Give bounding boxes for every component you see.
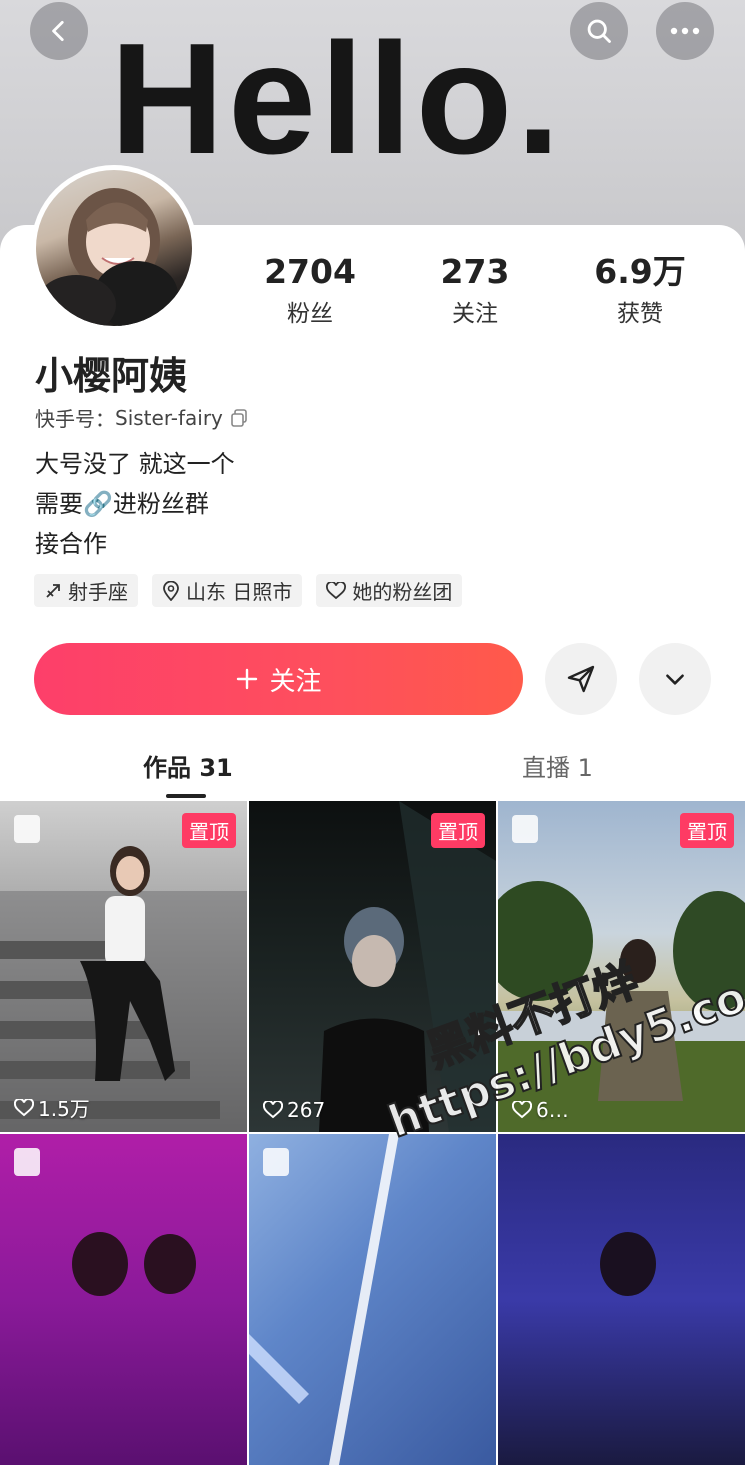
tag-location[interactable]: 山东 日照市 — [152, 574, 303, 607]
send-message-button[interactable] — [545, 643, 617, 715]
image-post-icon — [263, 1148, 289, 1176]
post-photo — [0, 846, 247, 1132]
bio-line: 需要🔗进粉丝群 — [35, 490, 209, 518]
follow-button[interactable]: 关注 — [34, 643, 523, 715]
more-button[interactable] — [656, 2, 714, 60]
stat-following[interactable]: 273 关注 — [395, 252, 555, 328]
user-id-label: 快手号： — [35, 407, 115, 431]
tag-label: 她的粉丝团 — [352, 580, 453, 604]
tab-works[interactable]: 作品 31 — [143, 748, 233, 783]
heart-icon — [263, 1101, 283, 1119]
zodiac-icon — [46, 583, 60, 598]
post-thumbnail[interactable] — [249, 1134, 496, 1465]
bio-line: 接合作 — [35, 530, 107, 558]
expand-button[interactable] — [639, 643, 711, 715]
stat-number: 6.9万 — [594, 252, 686, 291]
stat-number: 2704 — [264, 252, 356, 291]
tab-indicator — [166, 794, 206, 798]
like-count-value: 6… — [536, 1098, 569, 1122]
stat-likes[interactable]: 6.9万 获赞 — [560, 252, 720, 328]
tag-zodiac[interactable]: 射手座 — [34, 574, 138, 607]
user-id-row: 快手号： Sister-fairy — [35, 403, 249, 432]
location-pin-icon — [163, 580, 179, 601]
like-count-value: 1.5万 — [38, 1097, 90, 1121]
image-post-icon — [512, 815, 538, 843]
image-post-icon — [14, 815, 40, 843]
chevron-left-icon — [52, 20, 64, 42]
plus-icon — [237, 668, 258, 690]
avatar-illustration — [36, 188, 178, 326]
search-icon — [587, 19, 611, 43]
profile-name: 小樱阿姨 — [35, 354, 188, 398]
back-button[interactable] — [30, 2, 88, 60]
heart-icon — [14, 1098, 34, 1116]
tag-label: 山东 日照市 — [186, 580, 293, 604]
stat-fans[interactable]: 2704 粉丝 — [230, 252, 390, 328]
pinned-badge: 置顶 — [680, 813, 734, 848]
search-button[interactable] — [570, 2, 628, 60]
more-dots-icon — [670, 27, 700, 35]
stat-number: 273 — [440, 252, 510, 291]
cover-text: Hello. — [110, 11, 565, 187]
tag-fan-group[interactable]: 她的粉丝团 — [316, 574, 463, 607]
image-post-icon — [14, 1148, 40, 1176]
like-count: 1.5万 — [14, 1093, 90, 1122]
post-thumbnail[interactable] — [498, 1134, 745, 1465]
tab-live[interactable]: 直播 1 — [522, 748, 593, 783]
stat-label: 获赞 — [617, 301, 663, 327]
paper-plane-icon — [567, 665, 595, 693]
copy-icon[interactable] — [229, 408, 249, 428]
like-count-value: 267 — [287, 1098, 326, 1122]
tag-label: 射手座 — [68, 580, 128, 604]
stat-label: 关注 — [452, 301, 498, 327]
bio-line: 大号没了 就这一个 — [35, 450, 235, 478]
pinned-badge: 置顶 — [431, 813, 485, 848]
bio: 大号没了 就这一个 需要🔗进粉丝群 接合作 — [35, 444, 235, 564]
pinned-badge: 置顶 — [182, 813, 236, 848]
post-thumbnail[interactable]: 置顶 1.5万 — [0, 801, 247, 1132]
fan-group-heart-icon — [326, 581, 347, 599]
stat-label: 粉丝 — [287, 301, 333, 327]
avatar[interactable] — [31, 165, 197, 331]
post-photo — [249, 1134, 399, 1465]
tag-row: 射手座 山东 日照市 她的粉丝团 — [34, 574, 463, 607]
avatar-photo — [36, 170, 192, 326]
follow-label: 关注 — [269, 666, 322, 697]
like-count: 267 — [263, 1098, 325, 1122]
post-photo — [72, 1232, 196, 1296]
chevron-down-icon — [666, 674, 684, 685]
stats-row: 2704 粉丝 273 关注 6.9万 获赞 — [230, 252, 720, 328]
post-thumbnail[interactable] — [0, 1134, 247, 1465]
user-id-value: Sister-fairy — [115, 405, 223, 430]
post-photo — [600, 1232, 656, 1296]
content-tabs: 作品 31 直播 1 — [0, 748, 745, 798]
